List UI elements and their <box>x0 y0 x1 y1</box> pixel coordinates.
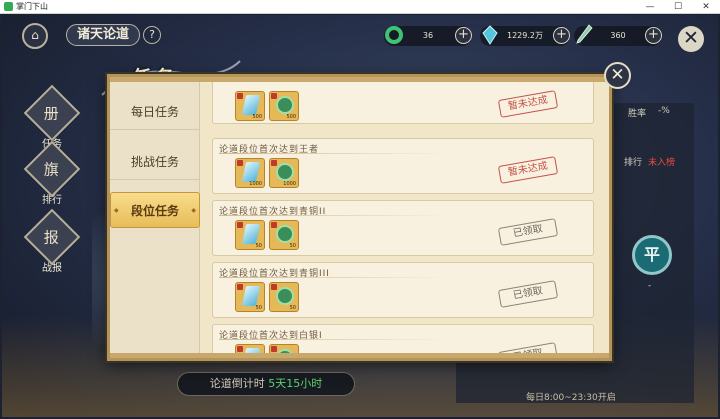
reward-crystal-icon[interactable]: 50 <box>235 220 265 250</box>
task-modal: 每日任务 挑战任务 段位任务 500 500 暂未达成 论道段位首次达到王者 1… <box>107 74 612 361</box>
resource-crystal-value: 1229.2万 <box>507 31 543 40</box>
rank-label: 排行 <box>624 158 643 168</box>
tab-challenge-tasks[interactable]: 挑战任务 <box>110 144 200 180</box>
window-close-button[interactable]: ✕ <box>692 0 720 14</box>
reward-dragon-icon[interactable]: 50 <box>269 282 299 312</box>
battle-report-icon: 报 <box>23 208 81 266</box>
window-title: 掌门下山 <box>16 2 48 11</box>
window-titlebar: 掌门下山 — ☐ ✕ <box>0 0 720 14</box>
add-crystal-button[interactable]: + <box>553 27 570 44</box>
tab-daily-tasks[interactable]: 每日任务 <box>110 94 200 130</box>
jade-ring-icon <box>385 26 403 44</box>
status-stamp: 已领取 <box>497 280 559 308</box>
resource-jade: 36 + <box>384 26 472 46</box>
status-stamp: 暂未达成 <box>497 90 559 118</box>
crystal-icon <box>482 25 498 45</box>
home-icon[interactable]: ⌂ <box>22 23 48 49</box>
rank-value: 未入榜 <box>648 158 676 168</box>
add-sword-button[interactable]: + <box>645 27 662 44</box>
resource-sword: 360 + <box>574 24 662 46</box>
resource-sword-value: 360 <box>610 31 626 40</box>
help-button[interactable]: ? <box>143 26 161 44</box>
tier-dash: - <box>648 281 652 291</box>
countdown-value: 5天15小时 <box>268 377 323 390</box>
countdown-bar: 论道倒计时 5天15小时 <box>177 372 355 396</box>
sword-icon <box>576 24 593 44</box>
maximize-button[interactable]: ☐ <box>664 0 692 14</box>
reward-dragon-icon[interactable]: 500 <box>269 91 299 121</box>
resource-jade-value: 36 <box>422 31 434 40</box>
add-jade-button[interactable]: + <box>455 27 472 44</box>
task-card: 500 500 暂未达成 <box>212 82 594 124</box>
reward-dragon-icon[interactable]: 1000 <box>269 158 299 188</box>
win-rate-label: 胜率 <box>628 109 647 119</box>
status-stamp: 暂未达成 <box>497 156 559 184</box>
reward-crystal-icon[interactable]: 500 <box>235 91 265 121</box>
app-icon <box>4 2 13 11</box>
status-stamp: 已领取 <box>497 218 559 246</box>
modal-close-button[interactable]: ✕ <box>604 62 631 89</box>
app-window: 掌门下山 — ☐ ✕ ⌂ 诸天论道 ? 36 + 1229.2万 + 360 +… <box>0 0 720 419</box>
resource-crystal: 1229.2万 + <box>480 25 570 46</box>
tab-rank-tasks[interactable]: 段位任务 <box>110 192 200 229</box>
win-rate-value: -% <box>658 106 670 116</box>
task-card: 论道段位首次达到青铜II 50 50 已领取 <box>212 200 594 256</box>
sidebar-item-ranking[interactable]: 旗 排行 <box>23 140 81 206</box>
ranking-banner-icon: 旗 <box>23 140 81 198</box>
minimize-button[interactable]: — <box>636 0 664 14</box>
reward-dragon-icon[interactable]: 50 <box>269 220 299 250</box>
page-title: 诸天论道 <box>66 24 140 46</box>
task-book-icon: 册 <box>23 84 81 142</box>
task-card: 论道段位首次达到青铜III 50 50 已领取 <box>212 262 594 318</box>
sidebar-item-battle-report[interactable]: 报 战报 <box>23 208 81 274</box>
tier-badge: 平 <box>632 235 672 275</box>
task-card: 论道段位首次达到王者 1000 1000 暂未达成 <box>212 138 594 194</box>
reward-crystal-icon[interactable]: 50 <box>235 282 265 312</box>
reward-crystal-icon[interactable]: 1000 <box>235 158 265 188</box>
countdown-label: 论道倒计时 <box>209 377 265 390</box>
task-tabs: 每日任务 挑战任务 段位任务 <box>110 82 200 358</box>
daily-hours: 每日8:00~23:30开启 <box>526 393 616 403</box>
close-page-button[interactable]: ✕ <box>678 26 704 52</box>
task-list[interactable]: 500 500 暂未达成 论道段位首次达到王者 1000 1000 暂未达成 论… <box>206 82 606 358</box>
